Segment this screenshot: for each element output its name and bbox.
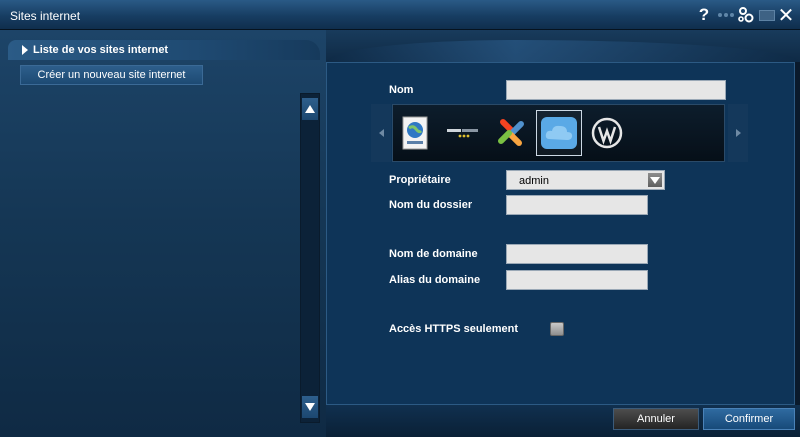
domain-label: Nom de domaine — [389, 248, 478, 260]
scroll-up-button[interactable] — [302, 98, 318, 120]
gears-icon[interactable] — [736, 5, 756, 25]
confirm-button[interactable]: Confirmer — [703, 408, 795, 430]
caret-right-icon — [22, 45, 28, 55]
alias-label: Alias du domaine — [389, 274, 481, 286]
folder-input[interactable] — [506, 195, 648, 215]
sidebar-scrollbar[interactable] — [300, 93, 320, 423]
owner-select[interactable]: admin — [506, 170, 665, 190]
name-label: Nom — [389, 84, 414, 96]
arrow-left-icon — [378, 129, 384, 137]
alias-input[interactable] — [506, 270, 648, 290]
carousel-prev-button[interactable] — [371, 104, 391, 162]
top-decor-strip — [326, 30, 800, 62]
domain-input[interactable] — [506, 244, 648, 264]
www-globe-icon[interactable] — [392, 110, 438, 156]
create-site-button[interactable]: Créer un nouveau site internet — [20, 65, 203, 85]
scroll-down-button[interactable] — [302, 396, 318, 418]
close-icon[interactable]: ✕ — [776, 5, 796, 27]
joomla-logo-icon[interactable] — [488, 110, 534, 156]
chevron-down-icon — [648, 173, 662, 187]
https-only-checkbox[interactable] — [550, 322, 564, 336]
window-titlebar: Sites internet ? ✕ — [0, 0, 800, 30]
cloud-icon[interactable] — [536, 110, 582, 156]
wordpress-logo-icon[interactable] — [584, 110, 630, 156]
arrow-up-icon — [305, 105, 315, 113]
name-input[interactable] — [506, 80, 726, 100]
minimize-icon[interactable] — [757, 5, 777, 25]
folder-label: Nom du dossier — [389, 199, 473, 211]
owner-select-value: admin — [519, 175, 549, 187]
cancel-button[interactable]: Annuler — [613, 408, 699, 430]
carousel-next-button[interactable] — [728, 104, 748, 162]
arrow-down-icon — [305, 403, 315, 411]
https-only-label: Accès HTTPS seulement — [389, 323, 518, 335]
dotclear-logo-icon[interactable] — [440, 110, 486, 156]
window-title: Sites internet — [10, 9, 81, 23]
sites-list-header: Liste de vos sites internet — [8, 40, 320, 60]
owner-label: Propriétaire — [389, 174, 451, 186]
arrow-right-icon — [735, 129, 741, 137]
sidebar — [0, 30, 326, 437]
dots-icon[interactable] — [716, 5, 736, 25]
help-icon[interactable]: ? — [694, 5, 714, 25]
sites-list-title: Liste de vos sites internet — [33, 44, 169, 56]
